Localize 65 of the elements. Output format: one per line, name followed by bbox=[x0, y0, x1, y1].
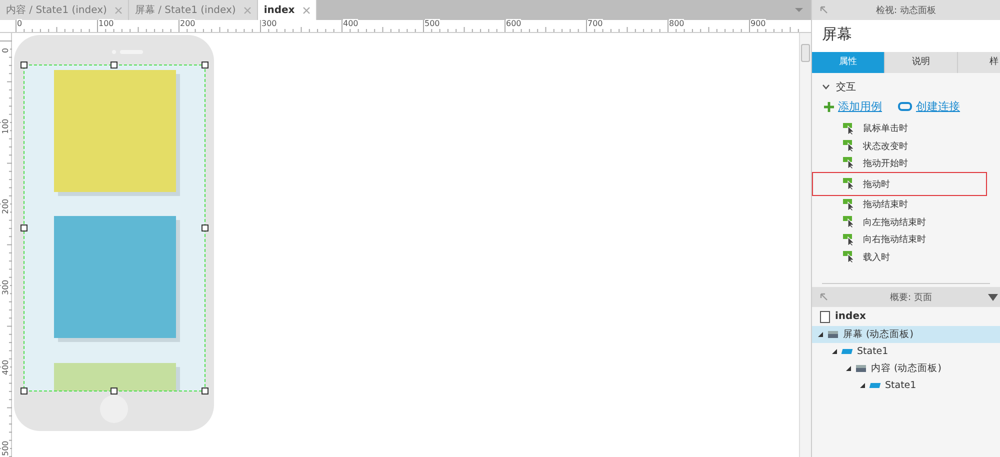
pin-icon[interactable] bbox=[820, 293, 828, 301]
cursor-icon bbox=[843, 234, 856, 246]
page-item[interactable]: index bbox=[812, 307, 1000, 326]
event-item[interactable]: 拖动结束时 bbox=[812, 196, 987, 214]
expand-icon[interactable] bbox=[860, 383, 865, 388]
expand-icon[interactable] bbox=[832, 349, 837, 354]
tree-item[interactable]: State1 bbox=[812, 377, 1000, 394]
layers-icon bbox=[828, 331, 838, 338]
plus-icon[interactable] bbox=[824, 102, 834, 112]
close-icon[interactable] bbox=[114, 6, 122, 14]
panel-title: 概要: 页面 bbox=[889, 292, 933, 304]
panel-title: 检视: 动态面板 bbox=[875, 4, 937, 16]
page-icon bbox=[820, 310, 830, 322]
inspector-tab[interactable]: 样 bbox=[958, 52, 1000, 73]
ruler-label: 400 bbox=[1, 360, 10, 375]
cursor-icon bbox=[843, 178, 856, 190]
ruler-label: 300 bbox=[1, 279, 10, 294]
layers-icon bbox=[856, 365, 866, 372]
event-item[interactable]: 状态改变时 bbox=[812, 137, 987, 155]
inspector-tab[interactable]: 说明 bbox=[885, 52, 958, 73]
tree-item[interactable]: State1 bbox=[812, 343, 1000, 360]
rectangle-icon bbox=[869, 383, 881, 388]
ruler-label: 0 bbox=[1, 48, 10, 53]
expand-icon[interactable] bbox=[818, 332, 823, 337]
link-icon[interactable] bbox=[898, 102, 912, 111]
event-item[interactable]: 向左拖动结束时 bbox=[812, 214, 987, 231]
scrollbar[interactable] bbox=[799, 33, 811, 457]
rectangle-icon bbox=[841, 349, 853, 354]
ruler-label: 500 bbox=[424, 19, 440, 28]
document-tab[interactable]: index bbox=[258, 0, 317, 20]
tree-item[interactable]: 内容 (动态面板) bbox=[812, 360, 1000, 377]
cursor-icon bbox=[843, 198, 856, 211]
ruler-label: 0 bbox=[17, 19, 22, 28]
cursor-icon bbox=[843, 216, 856, 228]
dropdown-icon[interactable] bbox=[795, 8, 803, 12]
cursor-icon bbox=[843, 157, 856, 170]
event-item[interactable]: 向右拖动结束时 bbox=[812, 230, 987, 248]
close-icon[interactable] bbox=[302, 6, 310, 14]
event-item[interactable]: 拖动时 bbox=[812, 172, 987, 196]
ruler-label: 500 bbox=[1, 440, 10, 456]
cursor-icon bbox=[843, 140, 856, 152]
close-icon[interactable] bbox=[244, 6, 251, 14]
tree-item[interactable]: 屏幕 (动态面板) bbox=[812, 326, 1000, 343]
pin-icon[interactable] bbox=[820, 6, 828, 14]
ruler-label: 800 bbox=[669, 19, 684, 28]
ruler-label: 100 bbox=[1, 118, 10, 134]
ruler-label: 100 bbox=[98, 19, 114, 28]
event-item[interactable]: 鼠标单击时 bbox=[812, 120, 987, 138]
home-button-icon bbox=[100, 395, 128, 423]
ruler-label: 300 bbox=[262, 19, 277, 28]
widget-name: 屏幕 bbox=[812, 20, 1000, 52]
ruler-label: 400 bbox=[343, 19, 358, 28]
cursor-icon bbox=[843, 251, 856, 264]
ruler-label: 200 bbox=[180, 19, 196, 28]
ruler-label: 600 bbox=[506, 19, 522, 28]
expand-icon[interactable] bbox=[846, 366, 851, 371]
ruler-label: 700 bbox=[588, 19, 603, 28]
chevron-icon[interactable] bbox=[822, 84, 830, 90]
event-item[interactable]: 载入时 bbox=[812, 248, 987, 266]
create-link[interactable]: 创建连接 bbox=[916, 99, 960, 114]
ruler-label: 900 bbox=[750, 19, 766, 28]
section-label: 交互 bbox=[836, 80, 856, 94]
event-item[interactable]: 拖动开始时 bbox=[812, 154, 987, 172]
cursor-icon bbox=[843, 122, 856, 135]
ruler-label: 200 bbox=[1, 198, 10, 214]
